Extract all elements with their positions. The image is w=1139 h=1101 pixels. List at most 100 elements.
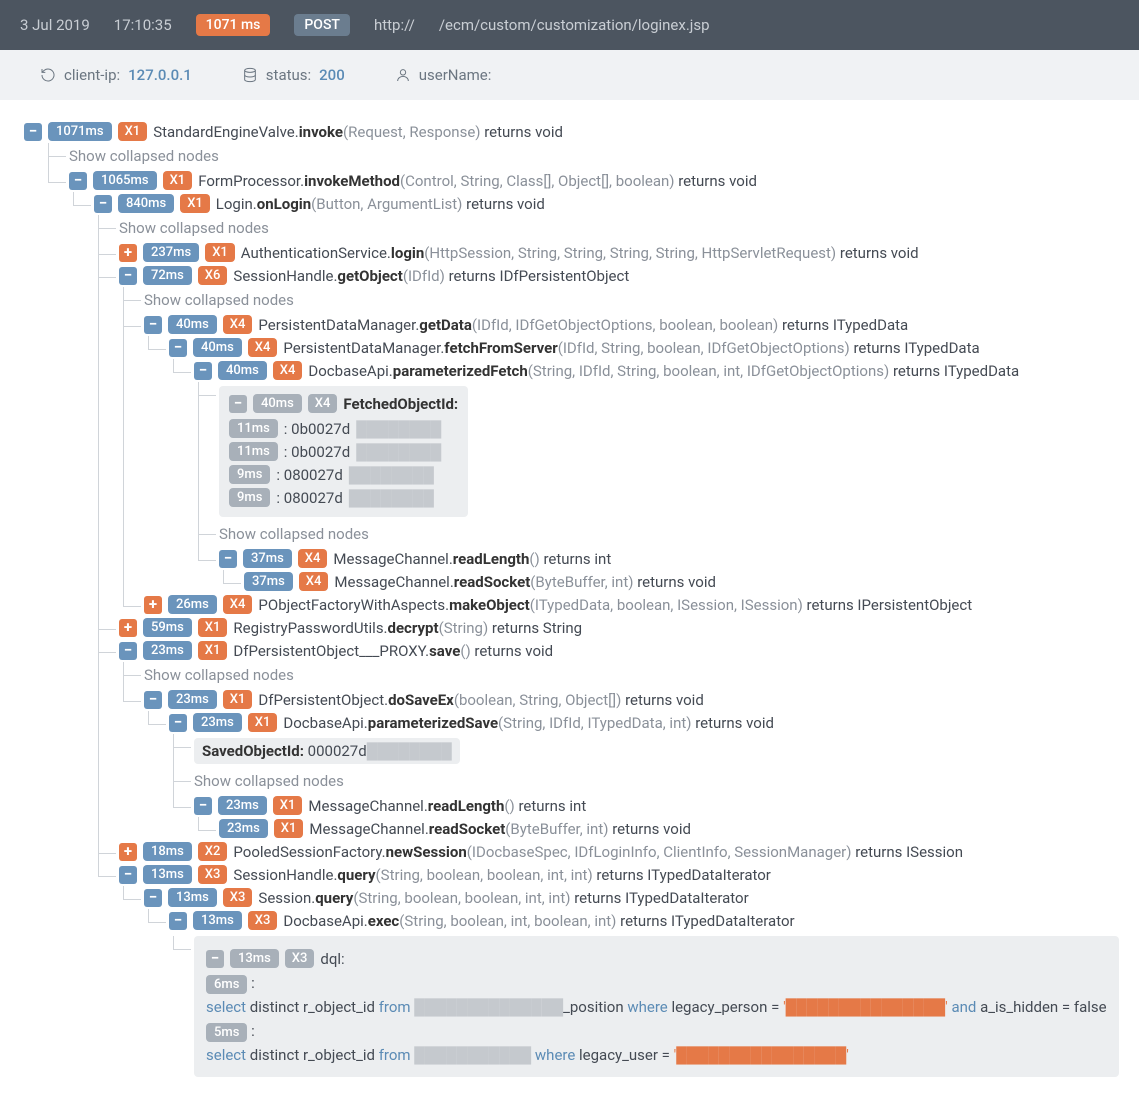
database-icon bbox=[242, 67, 258, 83]
request-header: 3 Jul 2019 17:10:35 1071 ms POST http://… bbox=[0, 0, 1139, 50]
count-badge: X3 bbox=[248, 911, 278, 930]
sql-query: select distinct r_object_id from ███████… bbox=[206, 995, 1107, 1019]
tree-node: − 13ms X3 SessionHandle.query(String, bo… bbox=[99, 863, 1119, 1077]
count-badge: X3 bbox=[198, 865, 228, 884]
collapse-toggle[interactable]: − bbox=[119, 642, 137, 660]
count-badge: X1 bbox=[223, 690, 253, 709]
count-badge: X1 bbox=[205, 243, 235, 262]
obscured-text: ████████ bbox=[356, 443, 441, 461]
duration-badge: 9ms bbox=[229, 488, 270, 507]
collapse-toggle[interactable]: − bbox=[206, 950, 224, 968]
collapse-toggle[interactable]: − bbox=[144, 889, 162, 907]
dql-box: − 13ms X3 dql: 6ms : bbox=[194, 936, 1119, 1077]
duration-badge: 13ms bbox=[230, 949, 279, 968]
tree-node: − 23ms X1 MessageChannel.readLength() re… bbox=[174, 794, 1119, 840]
tree-node: Show collapsed nodes bbox=[49, 143, 1119, 169]
call-signature: PersistentDataManager.getData(IDfId, IDf… bbox=[258, 316, 908, 334]
call-signature: PersistentDataManager.fetchFromServer(ID… bbox=[283, 339, 979, 357]
duration-badge: 40ms bbox=[218, 361, 267, 380]
fetched-object-box: − 40ms X4 FetchedObjectId: bbox=[219, 386, 468, 517]
expand-toggle[interactable]: + bbox=[119, 843, 137, 861]
duration-badge: 23ms bbox=[218, 796, 267, 815]
tree-node: − 840ms X1 Login.onLogin(Button, Argumen… bbox=[74, 192, 1119, 1077]
request-subheader: client-ip: 127.0.0.1 status: 200 userNam… bbox=[0, 50, 1139, 100]
client-ip-item: client-ip: 127.0.0.1 bbox=[40, 66, 192, 84]
tree-node: Show collapsed nodes bbox=[199, 521, 1119, 547]
collapse-toggle[interactable]: − bbox=[169, 912, 187, 930]
collapse-toggle[interactable]: − bbox=[24, 123, 42, 141]
call-signature: MessageChannel.readSocket(ByteBuffer, in… bbox=[309, 820, 691, 838]
collapse-toggle[interactable]: − bbox=[144, 316, 162, 334]
expand-toggle[interactable]: + bbox=[144, 596, 162, 614]
collapse-toggle[interactable]: − bbox=[69, 172, 87, 190]
collapse-toggle[interactable]: − bbox=[119, 267, 137, 285]
tree-node: + 18ms X2 PooledSessionFactory.newSessio… bbox=[99, 840, 1119, 863]
duration-badge: 1065ms bbox=[93, 171, 157, 190]
count-badge: X1 bbox=[163, 171, 193, 190]
show-collapsed-link[interactable]: Show collapsed nodes bbox=[174, 768, 1119, 794]
tree-node: Show collapsed nodes bbox=[124, 287, 1119, 313]
duration-badge: 18ms bbox=[143, 842, 192, 861]
tree-node: Show collapsed nodes bbox=[174, 768, 1119, 794]
obscured-text: ████████ bbox=[349, 466, 434, 484]
collapse-toggle[interactable]: − bbox=[229, 395, 247, 413]
count-badge: X4 bbox=[248, 338, 278, 357]
tree-node: − 13ms X3 Session.query(String, boolean,… bbox=[124, 886, 1119, 1077]
show-collapsed-link[interactable]: Show collapsed nodes bbox=[124, 662, 1119, 688]
duration-badge: 13ms bbox=[143, 865, 192, 884]
call-signature: SessionHandle.getObject(IDfId) returns I… bbox=[233, 267, 629, 285]
collapse-toggle[interactable]: − bbox=[144, 691, 162, 709]
collapse-toggle[interactable]: − bbox=[94, 195, 112, 213]
duration-badge: 237ms bbox=[143, 243, 199, 262]
show-collapsed-link[interactable]: Show collapsed nodes bbox=[199, 521, 1119, 547]
refresh-icon bbox=[40, 67, 56, 83]
username-label: userName: bbox=[419, 66, 492, 84]
duration-badge: 11ms bbox=[229, 419, 278, 438]
collapse-toggle[interactable]: − bbox=[219, 550, 237, 568]
count-badge: X6 bbox=[198, 266, 228, 285]
duration-badge: 840ms bbox=[118, 194, 174, 213]
info-title: dql: bbox=[320, 950, 344, 968]
count-badge: X1 bbox=[273, 796, 303, 815]
collapse-toggle[interactable]: − bbox=[119, 866, 137, 884]
call-signature: Session.query(String, boolean, boolean, … bbox=[258, 889, 748, 907]
tree-node: − 23ms X1 DocbaseApi.parameterizedSave(S… bbox=[149, 711, 1119, 840]
duration-badge: 9ms bbox=[229, 465, 270, 484]
call-signature: FormProcessor.invokeMethod(Control, Stri… bbox=[198, 172, 757, 190]
count-badge: X1 bbox=[198, 618, 228, 637]
status-value: 200 bbox=[319, 66, 345, 84]
count-badge: X3 bbox=[223, 888, 253, 907]
status-item: status: 200 bbox=[242, 66, 345, 84]
collapse-toggle[interactable]: − bbox=[169, 339, 187, 357]
duration-badge: 1071ms bbox=[48, 122, 112, 141]
tree-node: − 72ms X6 SessionHandle.getObject(IDfId)… bbox=[99, 264, 1119, 616]
tree-node: − 1071ms X1 StandardEngineValve.invoke(R… bbox=[24, 120, 1119, 1077]
url-proto: http:// bbox=[374, 16, 415, 34]
collapse-toggle[interactable]: − bbox=[169, 714, 187, 732]
show-collapsed-link[interactable]: Show collapsed nodes bbox=[99, 215, 1119, 241]
call-signature: DfPersistentObject___PROXY.save() return… bbox=[233, 642, 553, 660]
expand-toggle[interactable]: + bbox=[119, 619, 137, 637]
duration-badge: 13ms bbox=[168, 888, 217, 907]
count-badge: X1 bbox=[198, 641, 228, 660]
count-badge: X4 bbox=[298, 549, 328, 568]
count-badge: X1 bbox=[248, 713, 278, 732]
call-signature: AuthenticationService.login(HttpSession,… bbox=[241, 244, 919, 262]
duration-badge: 11ms bbox=[229, 442, 278, 461]
tree-node: − 40ms X4 DocbaseApi.parameterizedFetch(… bbox=[174, 359, 1119, 593]
show-collapsed-link[interactable]: Show collapsed nodes bbox=[49, 143, 1119, 169]
expand-toggle[interactable]: + bbox=[119, 244, 137, 262]
call-signature: MessageChannel.readSocket(ByteBuffer, in… bbox=[334, 573, 716, 591]
duration-badge: 40ms bbox=[168, 315, 217, 334]
collapse-toggle[interactable]: − bbox=[194, 797, 212, 815]
obscured-text: ████████ bbox=[349, 489, 434, 507]
show-collapsed-link[interactable]: Show collapsed nodes bbox=[124, 287, 1119, 313]
call-signature: DfPersistentObject.doSaveEx(boolean, Str… bbox=[258, 691, 703, 709]
object-id: 000027d bbox=[304, 742, 367, 760]
collapse-toggle[interactable]: − bbox=[194, 362, 212, 380]
duration-badge: 40ms bbox=[193, 338, 242, 357]
count-badge: X4 bbox=[223, 595, 253, 614]
tree-node: Show collapsed nodes bbox=[124, 662, 1119, 688]
tree-node: − 40ms X4 PersistentDataManager.getData(… bbox=[124, 313, 1119, 593]
count-badge: X4 bbox=[299, 572, 329, 591]
